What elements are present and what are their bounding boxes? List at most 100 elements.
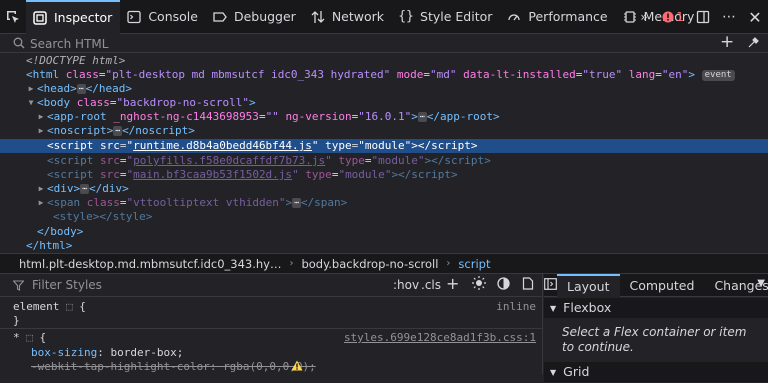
- markup-node-body[interactable]: ▼ <body class="backdrop-no-scroll">: [0, 96, 768, 110]
- doctype-text: <!DOCTYPE html>: [26, 54, 126, 67]
- eyedropper-icon[interactable]: [747, 36, 760, 52]
- markup-node-style[interactable]: <style></style>: [0, 210, 768, 224]
- attr-value: en: [668, 68, 682, 81]
- declaration-tap-highlight[interactable]: -webkit-tap-highlight-color: rgba(0,0,0,…: [31, 359, 316, 374]
- attr-value: 16.0.1: [364, 110, 405, 123]
- style-editor-icon: {}: [398, 9, 414, 24]
- collapse-arrow-icon: ▼: [550, 304, 557, 313]
- collapsed-children-icon[interactable]: ⋯: [417, 112, 427, 122]
- dark-scheme-icon[interactable]: [497, 277, 510, 293]
- event-badge[interactable]: event: [701, 70, 735, 81]
- print-simulation-icon[interactable]: [522, 277, 534, 293]
- tab-style-editor[interactable]: {} Style Editor: [392, 0, 500, 34]
- sidebar-toggle-icon[interactable]: [544, 277, 557, 293]
- markup-node-script[interactable]: <script src="polyfills.f58e0dcaffdf7b73.…: [0, 154, 768, 168]
- markup-node-body-close[interactable]: </body>: [0, 225, 768, 239]
- meatball-menu-icon[interactable]: ⋯: [716, 0, 742, 34]
- search-html-input[interactable]: [28, 34, 632, 54]
- chevron-right-icon: ›: [446, 258, 451, 269]
- markup-node-html[interactable]: <html class="plt-desktop md mbmsutcf idc…: [0, 68, 768, 82]
- light-scheme-icon[interactable]: [472, 276, 486, 293]
- close-icon[interactable]: ✕: [742, 0, 768, 34]
- collapsed-children-icon[interactable]: ⋯: [113, 126, 123, 136]
- collapse-arrow-icon[interactable]: ▼: [27, 96, 35, 110]
- tag-name: body: [43, 96, 71, 109]
- attr-value: plt-desktop md mbmsutcf idc0_343 hydrate…: [112, 68, 384, 81]
- tab-computed[interactable]: Computed: [620, 274, 705, 297]
- declaration-box-sizing[interactable]: box-sizing: border-box;: [31, 345, 183, 360]
- element-rule-header[interactable]: element ⬚ { inline: [13, 299, 540, 314]
- rules-pane: :hov .cls + element ⬚ { inline } * ⬚ { s…: [0, 274, 543, 374]
- highlight-selector-icon[interactable]: ⬚: [66, 300, 73, 313]
- markup-node-span[interactable]: ▶ <span class="vttooltiptext vthidden"> ⋯…: [0, 196, 768, 210]
- tab-network[interactable]: Network: [304, 0, 392, 34]
- network-icon: [310, 10, 326, 24]
- performance-icon: [506, 10, 522, 24]
- collapsed-children-icon[interactable]: ⋯: [76, 84, 86, 94]
- hover-pseudo-toggle[interactable]: :hov: [393, 278, 419, 292]
- markup-node-noscript[interactable]: ▶ <noscript> ⋯ </noscript>: [0, 124, 768, 138]
- tab-console[interactable]: Console: [120, 0, 206, 34]
- error-indicator[interactable]: 1: [656, 0, 690, 34]
- rule-selector: element: [13, 300, 60, 313]
- element-picker-icon[interactable]: [0, 0, 26, 34]
- layout-sidebar: Layout Computed Changes ▼ ▼ Flexbox Selec…: [544, 273, 768, 382]
- stylesheet-link[interactable]: styles.699e128ce8ad1f3b.css:1: [344, 330, 536, 345]
- devtools-toolbar: Inspector Console Debugger Network {} St…: [0, 0, 768, 34]
- markup-node-head[interactable]: ▶ <head> ⋯ </head>: [0, 82, 768, 96]
- collapse-arrow-icon: ▼: [550, 368, 557, 377]
- script-src-link[interactable]: polyfills.f58e0dcaffdf7b73.js: [133, 154, 325, 167]
- flexbox-section-header[interactable]: ▼ Flexbox: [544, 298, 768, 318]
- error-count: 1: [676, 10, 684, 24]
- expand-arrow-icon[interactable]: ▶: [37, 196, 45, 210]
- expand-arrow-icon[interactable]: ▶: [37, 124, 45, 138]
- tab-inspector[interactable]: Inspector: [26, 0, 121, 34]
- dock-icon[interactable]: [690, 0, 716, 34]
- tab-layout[interactable]: Layout: [557, 273, 620, 297]
- add-rule-icon[interactable]: +: [446, 274, 459, 293]
- section-title: Flexbox: [563, 300, 612, 315]
- tag-name: app-root: [53, 110, 107, 123]
- warning-icon[interactable]: [291, 360, 303, 374]
- markup-node-script[interactable]: <script src="main.bf3caa9b53f1502d.js" t…: [0, 168, 768, 182]
- markup-node-doctype[interactable]: <!DOCTYPE html>: [0, 54, 768, 68]
- attr-value: module: [364, 139, 405, 152]
- search-icon: [13, 37, 25, 52]
- inspector-icon: [32, 10, 48, 25]
- tag-name: head: [43, 82, 71, 95]
- expand-arrow-icon[interactable]: ▶: [37, 182, 45, 196]
- error-icon: [662, 11, 674, 23]
- chevron-down-icon[interactable]: ▼: [757, 278, 765, 289]
- debugger-icon: [212, 10, 228, 24]
- filter-styles-input[interactable]: [30, 277, 334, 293]
- breadcrumb: html.plt-desktop.md.mbmsutcf.idc0_343.hy…: [0, 253, 768, 274]
- markup-node-div[interactable]: ▶ <div> ⋯ </div>: [0, 182, 768, 196]
- console-icon: [126, 10, 142, 24]
- tab-debugger[interactable]: Debugger: [206, 0, 304, 34]
- universal-rule-header[interactable]: * ⬚ { styles.699e128ce8ad1f3b.css:1: [13, 330, 540, 345]
- markup-node-script-selected[interactable]: <script src="runtime.d8b4a0bedd46bf44.js…: [0, 139, 768, 153]
- breadcrumb-item-html[interactable]: html.plt-desktop.md.mbmsutcf.idc0_343.hy…: [19, 257, 281, 271]
- highlight-selector-icon[interactable]: ⬚: [26, 331, 33, 344]
- expand-arrow-icon[interactable]: ▶: [27, 82, 35, 96]
- collapsed-children-icon[interactable]: ⋯: [80, 184, 89, 194]
- script-src-link[interactable]: main.bf3caa9b53f1502d.js: [133, 168, 292, 181]
- attr-name: _nghost-ng-c1443698953: [113, 110, 259, 123]
- breadcrumb-item-body[interactable]: body.backdrop-no-scroll: [301, 257, 438, 271]
- chevron-right-icon: ›: [289, 258, 294, 269]
- overflow-chevrons-icon[interactable]: »: [632, 0, 656, 34]
- collapsed-children-icon[interactable]: ⋯: [292, 198, 301, 208]
- add-node-icon[interactable]: +: [720, 32, 734, 52]
- expand-arrow-icon[interactable]: ▶: [37, 110, 45, 124]
- attr-value: vttooltiptext vthidden: [133, 196, 279, 209]
- toolbar-right: » 1 ⋯ ✕: [632, 0, 768, 34]
- class-toggle[interactable]: .cls: [421, 278, 441, 292]
- markup-node-html-close[interactable]: </html>: [0, 239, 768, 253]
- rule-selector: *: [13, 331, 20, 344]
- script-src-link[interactable]: runtime.d8b4a0bedd46bf44.js: [133, 139, 312, 152]
- grid-section-header[interactable]: ▼ Grid: [544, 362, 768, 382]
- tab-performance[interactable]: Performance: [500, 0, 615, 34]
- markup-node-app-root[interactable]: ▶ <app-root _nghost-ng-c1443698953="" ng…: [0, 110, 768, 124]
- tab-label: Console: [148, 9, 198, 24]
- breadcrumb-item-script[interactable]: script: [458, 257, 490, 271]
